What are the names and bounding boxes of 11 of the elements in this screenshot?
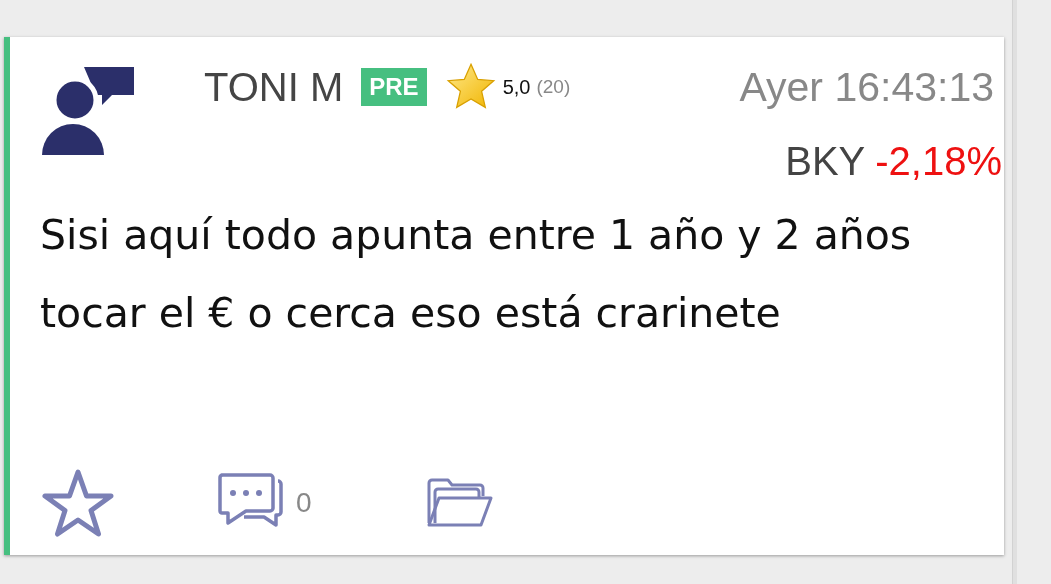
favorite-star-icon[interactable] <box>42 469 114 537</box>
post-message: Sisi aquí todo apunta entre 1 año y 2 años tocar el € o cerca eso está crarinete <box>40 210 913 339</box>
rating-value: 5,0 <box>502 75 531 99</box>
post-time: Ayer 16:43:13 <box>739 63 994 111</box>
folder-icon[interactable] <box>425 477 494 529</box>
price-change: -2,18% <box>875 139 1002 184</box>
stock-ticker[interactable]: BKY <box>785 139 866 184</box>
comment-count: 0 <box>296 487 312 519</box>
membership-badge: PRE <box>361 68 427 106</box>
author-name[interactable]: TONI M <box>204 64 344 110</box>
rating-count: (20) <box>536 76 571 98</box>
